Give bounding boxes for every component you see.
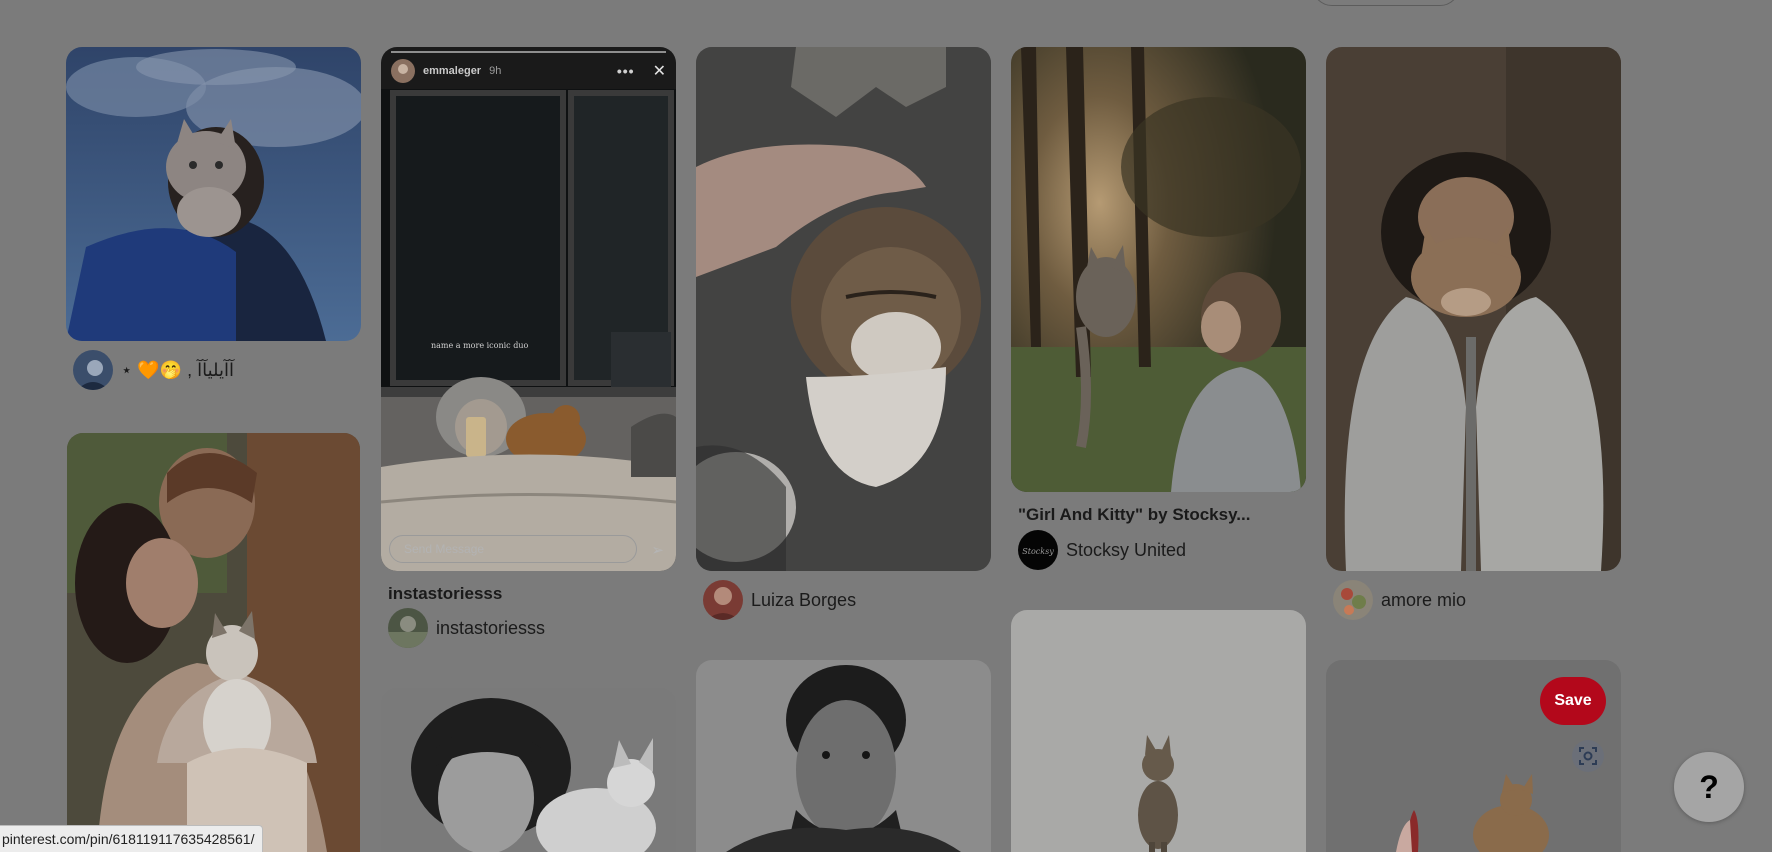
avatar-logo-text: Stocksy (1022, 547, 1054, 556)
pin-creator[interactable]: Luiza Borges (703, 580, 856, 620)
creator-name: Stocksy United (1066, 539, 1187, 560)
pin-creator[interactable]: Stocksy Stocksy United (1018, 530, 1186, 570)
pin-image-hand-petting-cat[interactable] (696, 47, 991, 571)
story-time: 9h (489, 65, 502, 77)
story-username: emmaleger (423, 65, 482, 77)
pin-photo (1326, 47, 1621, 571)
creator-avatar (703, 580, 743, 620)
visual-search-icon[interactable] (1572, 740, 1604, 772)
creator-avatar (1333, 580, 1373, 620)
pin-creator[interactable]: instastoriesss (388, 608, 545, 648)
creator-name: ⋆ 🧡🤭 , آآيليآآ (121, 359, 234, 380)
story-header: emmaleger 9h ••• ✕ (381, 47, 676, 95)
story-message-placeholder: Send Message (404, 542, 485, 556)
top-filter-pill[interactable] (1312, 0, 1460, 6)
pin-photo (381, 688, 676, 852)
pin-image-kitten-white-wall[interactable] (1011, 610, 1306, 852)
pin-image-couple-with-cat[interactable] (67, 433, 360, 852)
more-icon: ••• (616, 63, 635, 79)
pin-image-woman-with-cat-bw[interactable] (381, 688, 676, 852)
pin-photo (66, 47, 361, 341)
story-message-field: Send Message (389, 535, 637, 563)
pin-image-girl-hugging-cat[interactable] (1326, 47, 1621, 571)
pin-image-man-with-cat-bw[interactable] (696, 660, 991, 852)
creator-avatar: Stocksy (1018, 530, 1058, 570)
pin-photo (696, 47, 991, 571)
creator-name: instastoriesss (436, 617, 546, 638)
close-icon: ✕ (652, 63, 666, 80)
pin-photo (1011, 47, 1306, 492)
pin-photo (1011, 610, 1306, 852)
status-bar-url: pinterest.com/pin/618119117635428561/ (0, 825, 264, 852)
story-avatar (391, 59, 415, 83)
pin-title[interactable]: instastoriesss (388, 584, 502, 604)
pin-image-girl-and-kitty[interactable] (1011, 47, 1306, 492)
creator-name: Luiza Borges (751, 589, 857, 610)
pin-photo (67, 433, 360, 852)
send-icon: ➢ (651, 542, 664, 559)
pin-creator[interactable]: amore mio (1333, 580, 1466, 620)
pin-creator[interactable]: ⋆ 🧡🤭 , آآيليآآ (73, 350, 234, 390)
pin-image-instagram-story[interactable]: emmaleger 9h ••• ✕ name a more iconic du… (381, 47, 676, 571)
save-button[interactable]: Save (1540, 677, 1606, 725)
creator-avatar (73, 350, 113, 390)
pin-image-girl-with-cat-sky[interactable] (66, 47, 361, 341)
pin-photo (381, 47, 676, 571)
creator-name: amore mio (1381, 589, 1467, 610)
creator-avatar (388, 608, 428, 648)
help-button[interactable]: ? (1674, 752, 1744, 822)
pin-title[interactable]: "Girl And Kitty" by Stocksy... (1018, 505, 1250, 525)
story-caption: name a more iconic duo (431, 341, 529, 350)
pin-photo (696, 660, 991, 852)
